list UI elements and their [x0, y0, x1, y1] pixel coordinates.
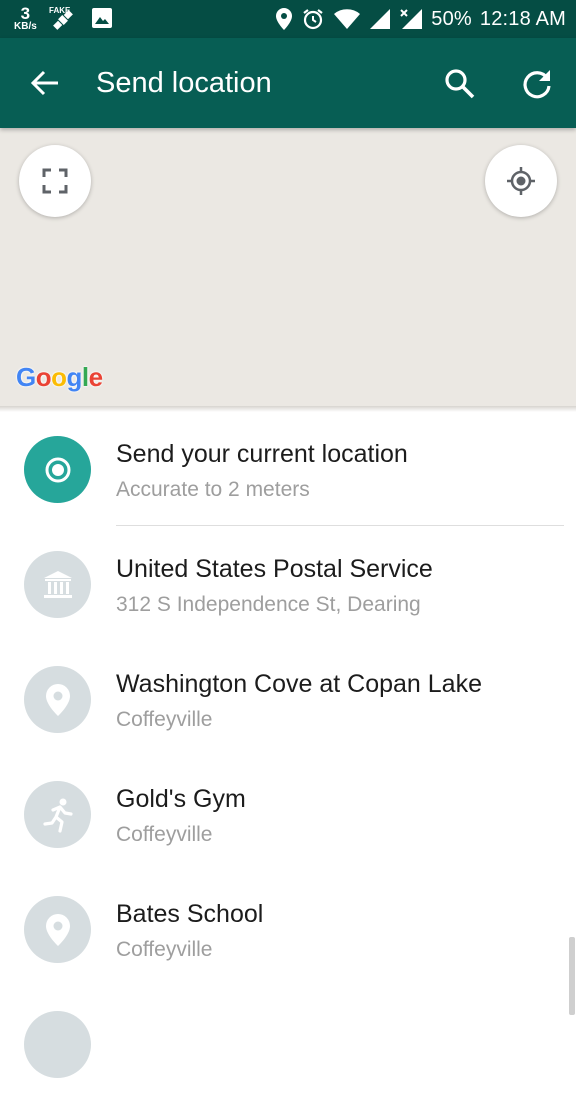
list-item-subtitle: Accurate to 2 meters: [116, 478, 310, 501]
list-item-avatar: [24, 551, 91, 618]
list-item-avatar: [24, 896, 91, 963]
status-bar-right: 50% 12:18 AM: [275, 0, 566, 38]
list-item-place-partial[interactable]: [0, 986, 576, 1101]
image-notification-icon: [91, 8, 112, 28]
back-arrow-icon[interactable]: [28, 66, 62, 100]
list-item-place[interactable]: Gold's Gym Coffeyville: [0, 756, 576, 871]
list-item-avatar: [24, 781, 91, 848]
list-item-subtitle: Coffeyville: [116, 708, 213, 731]
page-title: Send location: [96, 67, 272, 99]
post-office-icon: [43, 570, 72, 598]
current-location-icon: [45, 457, 70, 482]
list-item-subtitle: 312 S Independence St, Dearing: [116, 593, 421, 616]
my-location-button[interactable]: [485, 145, 557, 217]
status-time: 12:18 AM: [479, 7, 566, 30]
place-pin-icon: [45, 913, 70, 946]
network-speed-unit: KB/s: [14, 20, 37, 32]
network-speed-value: 3: [20, 3, 31, 23]
signal-icon: [370, 9, 391, 29]
google-logo: Google: [16, 362, 103, 392]
list-item-title: Bates School: [116, 900, 264, 928]
location-pin-status-icon: [276, 8, 293, 30]
signal-no-data-icon: [400, 9, 423, 29]
list-item-avatar: [24, 436, 91, 503]
status-bar: 3 KB/s FAKE 50% 12:18 AM: [0, 0, 576, 38]
fullscreen-icon: [42, 168, 68, 194]
list-item-place[interactable]: Washington Cove at Copan Lake Coffeyvill…: [0, 641, 576, 756]
fake-gps-satellite-icon: FAKE: [49, 6, 73, 30]
alarm-clock-icon: [303, 9, 323, 30]
list-item-avatar: [24, 666, 91, 733]
list-item-title: United States Postal Service: [116, 555, 433, 583]
search-icon[interactable]: [442, 66, 478, 102]
list-item-place[interactable]: Bates School Coffeyville: [0, 871, 576, 986]
list-item-avatar: [24, 1011, 91, 1078]
fullscreen-button[interactable]: [19, 145, 91, 217]
refresh-icon[interactable]: [519, 66, 555, 102]
map-view[interactable]: Google: [0, 128, 576, 411]
wifi-icon: [334, 9, 361, 29]
scrollbar[interactable]: [569, 937, 575, 1015]
battery-percent: 50%: [431, 7, 472, 30]
list-item-place[interactable]: United States Postal Service 312 S Indep…: [0, 526, 576, 641]
list-item-subtitle: Coffeyville: [116, 823, 213, 846]
status-bar-left: 3 KB/s FAKE: [14, 4, 113, 32]
app-bar: Send location: [0, 38, 576, 128]
place-pin-icon: [45, 683, 70, 716]
list-item-title: Gold's Gym: [116, 785, 246, 813]
gym-runner-icon: [42, 798, 73, 833]
list-item-current-location[interactable]: Send your current location Accurate to 2…: [0, 411, 576, 526]
network-speed: 3 KB/s: [14, 5, 37, 32]
my-location-icon: [507, 167, 535, 195]
list-item-title: Send your current location: [116, 440, 408, 468]
places-list: Send your current location Accurate to 2…: [0, 411, 576, 1078]
list-item-subtitle: Coffeyville: [116, 938, 213, 961]
list-item-title: Washington Cove at Copan Lake: [116, 670, 482, 698]
